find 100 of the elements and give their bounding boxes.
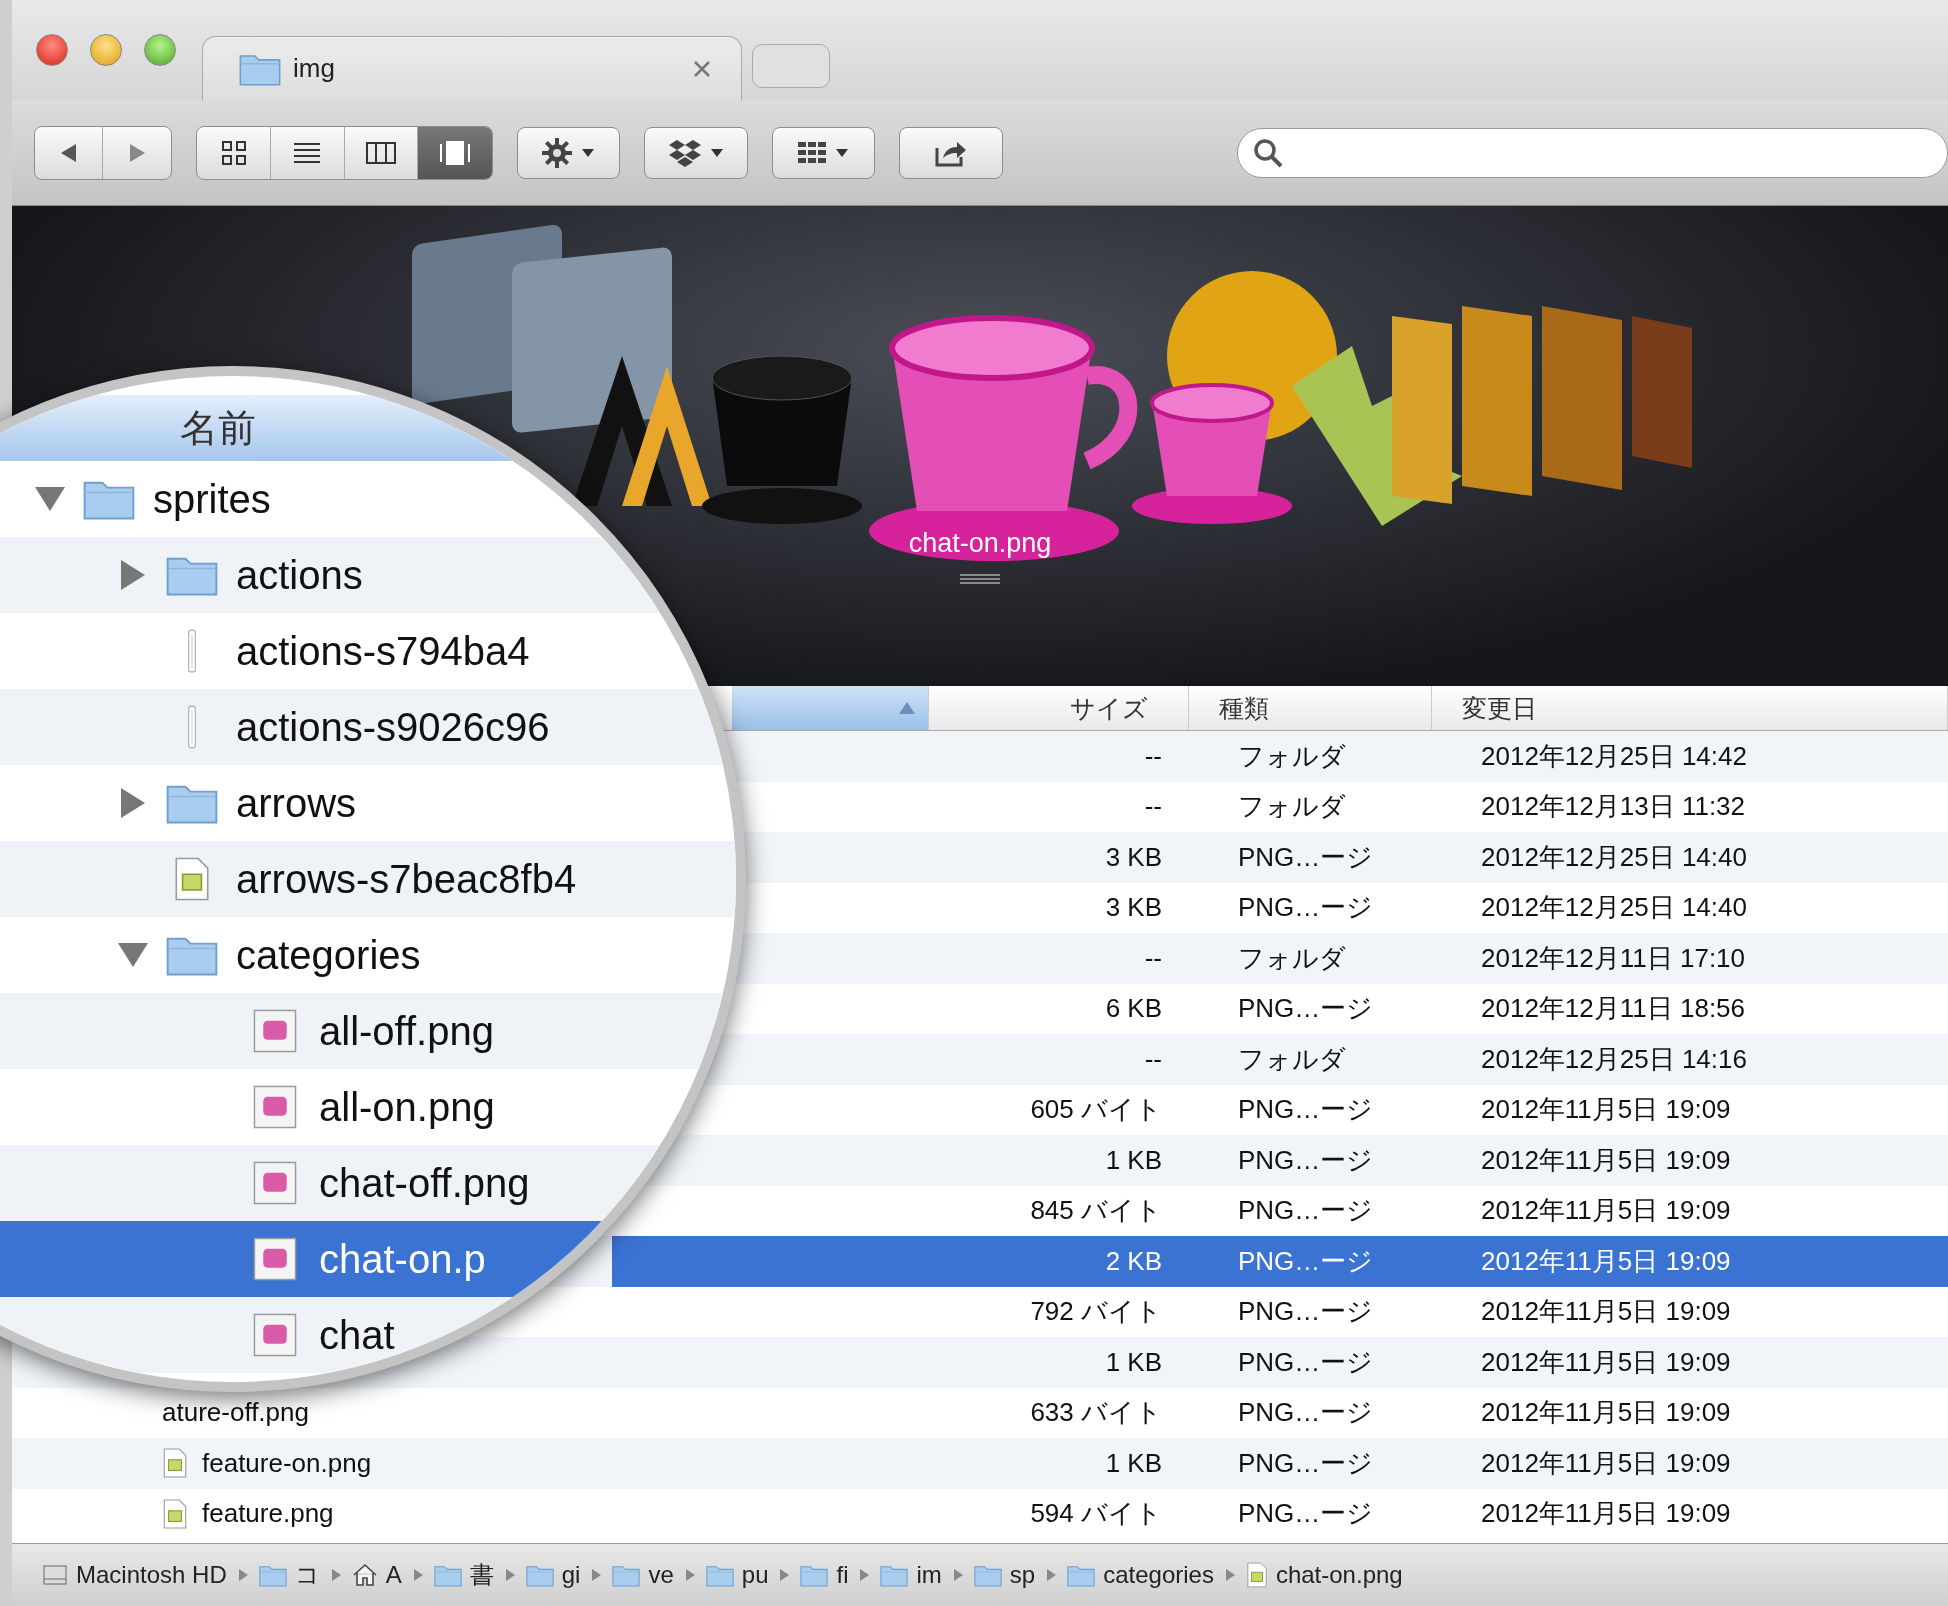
path-item[interactable]: ve [648,1561,674,1589]
path-item[interactable]: categories [1103,1561,1214,1589]
search-field[interactable] [1236,127,1948,178]
box-menu-button[interactable] [644,126,748,179]
separator-arrow-icon [329,1568,342,1582]
action-menu-button[interactable] [516,126,621,179]
size-cell-text: -- [1143,740,1163,772]
size-cell-text: 633 バイト [1029,1396,1163,1430]
folder-icon [612,1563,641,1587]
arrange-menu-button[interactable] [771,126,876,179]
open-box-icon [667,137,702,168]
file-name[interactable]: sprites [153,476,271,522]
date-cell-text: 2012年12月11日 17:10 [1480,941,1747,975]
caret-icon [581,147,596,158]
column-header[interactable]: 種類 [1189,686,1432,730]
size-cell-text: 792 バイト [1029,1295,1163,1329]
separator-arrow-icon [951,1568,964,1582]
search-icon [1251,136,1284,169]
separator-arrow-icon [411,1568,424,1582]
file-name: ature-off.png [162,1397,309,1429]
kind-cell-text: PNG…ージ [1237,891,1375,925]
file-name[interactable]: categories [236,932,421,978]
separator-arrow-icon [858,1568,871,1582]
date-cell-text: 2012年11月5日 19:09 [1480,1093,1732,1127]
path-item[interactable]: im [916,1561,942,1589]
kind-cell-text: PNG…ージ [1237,1093,1375,1127]
date-cell: 2012年11月5日 19:09 [1432,1236,1948,1287]
kind-cell-text: フォルダ [1237,941,1347,975]
folder-icon [525,1563,554,1587]
path-item[interactable]: 書 [469,1559,494,1591]
separator-arrow-icon [236,1568,249,1582]
separator-arrow-icon [1223,1568,1236,1582]
folder-icon [973,1563,1002,1587]
path-item[interactable]: fi [836,1561,849,1589]
folder-icon [705,1563,734,1587]
size-cell-text: -- [1143,1043,1163,1075]
separator-arrow-icon [590,1568,603,1582]
size-cell-text: 3 KB [1104,892,1163,924]
path-item[interactable]: pu [741,1561,769,1589]
date-cell-text: 2012年11月5日 19:09 [1480,1497,1732,1531]
size-cell-text: 1 KB [1104,1346,1163,1378]
grid-icon [797,139,828,166]
file-name[interactable]: chat [319,1312,395,1358]
cover-flow-icon [438,139,471,166]
tab[interactable]: img [202,36,742,100]
size-cell-text: 1 KB [1104,1447,1163,1479]
file-name[interactable]: chat-off.png [319,1160,530,1206]
folder-icon [880,1563,909,1587]
separator-arrow-icon [778,1568,791,1582]
size-cell-text: 594 バイト [1029,1497,1163,1531]
kind-cell-text: PNG…ージ [1237,1194,1375,1228]
path-item[interactable]: chat-on.png [1275,1561,1403,1589]
share-button[interactable] [899,126,1003,179]
path-item[interactable]: sp [1009,1561,1036,1589]
caret-icon [835,147,850,158]
zoom-button[interactable] [144,34,176,66]
file-name[interactable]: arrows [236,780,357,826]
kind-cell-text: フォルダ [1237,1042,1347,1076]
kind-cell-text: PNG…ージ [1237,1143,1375,1177]
column-header[interactable]: サイズ [929,686,1189,730]
size-cell-text: -- [1143,942,1163,974]
date-cell-text: 2012年12月25日 14:42 [1480,739,1748,773]
image-file-icon [1245,1562,1268,1588]
file-name: feature.png [202,1498,334,1530]
size-cell-text: 1 KB [1104,1144,1163,1176]
size-cell-text: -- [1143,791,1163,823]
view-mode-button[interactable] [418,126,492,179]
file-name[interactable]: all-on.png [319,1084,495,1130]
size-cell-text: 845 バイト [1029,1194,1163,1228]
kind-cell: PNG…ージ [1189,1236,1432,1287]
size-cell: 2 KB [612,1236,1189,1287]
size-cell-text: 6 KB [1104,993,1163,1025]
minimize-button[interactable] [90,34,122,66]
date-cell-text: 2012年12月13日 11:32 [1480,790,1747,824]
file-name[interactable]: actions-s794ba4 [236,628,530,674]
date-cell-text: 2012年11月5日 19:09 [1480,1396,1732,1430]
path-item[interactable]: gi [561,1561,581,1589]
kind-cell-text: PNG…ージ [1237,1345,1375,1379]
date-cell-text: 2012年11月5日 19:09 [1480,1345,1732,1379]
resize-grip-icon[interactable] [960,573,1000,585]
folder-icon [433,1563,462,1587]
file-name[interactable]: actions [236,552,363,598]
close-button[interactable] [36,34,68,66]
list-view-icon [293,140,322,165]
path-item[interactable]: A [385,1561,402,1589]
folder-icon [258,1563,287,1587]
date-cell-text: 2012年12月25日 14:16 [1480,1042,1748,1076]
close-icon[interactable] [693,59,711,78]
separator-arrow-icon [1045,1568,1058,1582]
path-item[interactable]: コ [294,1559,320,1591]
path-item[interactable]: Macintosh HD [76,1561,227,1589]
date-cell-text: 2012年11月5日 19:09 [1480,1295,1732,1329]
settings-icon [541,136,574,169]
column-header[interactable]: 変更日 [1432,686,1948,730]
kind-cell-text: PNG…ージ [1237,1497,1375,1531]
name-column-title: 名前 [180,405,256,451]
size-cell-text: 605 バイト [1029,1093,1163,1127]
folder-icon [1067,1563,1096,1587]
file-name[interactable]: all-off.png [319,1008,494,1054]
file-name[interactable]: chat-on.p [319,1236,486,1282]
